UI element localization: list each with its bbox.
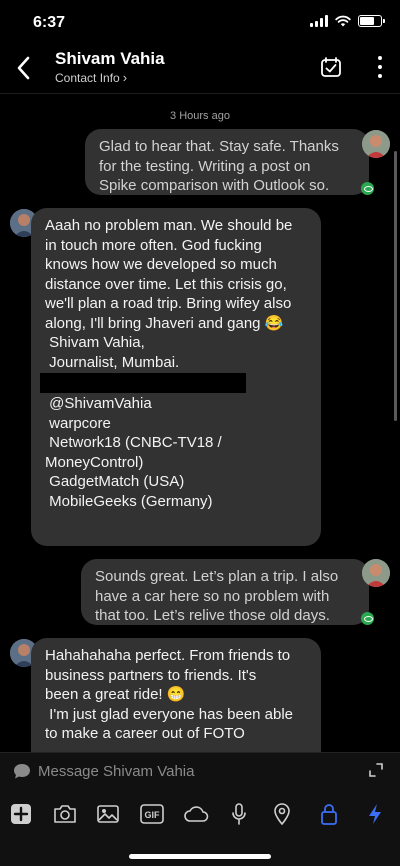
message-line: along, I'll bring Jhaveri and gang 😂 bbox=[45, 314, 284, 332]
message-line: Network18 (CNBC-TV18 / bbox=[45, 434, 222, 451]
signal-icon bbox=[310, 15, 328, 27]
user-avatar[interactable] bbox=[362, 559, 390, 587]
message-line: in touch more often. God fucking bbox=[45, 236, 262, 254]
message-bubble-incoming[interactable]: Aaah no problem man. We should be in tou… bbox=[31, 208, 321, 546]
redacted-block bbox=[40, 373, 246, 393]
status-icons bbox=[310, 15, 385, 27]
seen-eye-icon bbox=[361, 182, 374, 195]
message-bubble-outgoing[interactable]: Sounds great. Let’s plan a trip. I also … bbox=[81, 559, 369, 625]
message-line: to make a career out of FOTO bbox=[45, 725, 245, 742]
message-line: Shivam Vahia, bbox=[45, 334, 145, 351]
message-composer: GIF bbox=[0, 752, 400, 866]
location-icon[interactable] bbox=[269, 801, 295, 827]
gallery-icon[interactable] bbox=[95, 801, 121, 827]
status-bar: 6:37 bbox=[0, 0, 400, 44]
wifi-icon bbox=[335, 15, 351, 27]
message-line: MoneyControl) bbox=[45, 453, 144, 471]
scrollbar[interactable] bbox=[394, 151, 397, 421]
message-bubble-outgoing[interactable]: Glad to hear that. Stay safe. Thanks for… bbox=[85, 129, 369, 195]
message-line: distance over time. Let this crisis go, bbox=[45, 275, 287, 293]
microphone-icon[interactable] bbox=[226, 801, 252, 827]
message-line: knows how we developed so much bbox=[45, 256, 277, 273]
add-icon[interactable] bbox=[8, 801, 34, 827]
message-line: Aaah no problem man. We should be bbox=[45, 217, 293, 234]
message-line: @ShivamVahia bbox=[45, 395, 152, 412]
expand-icon[interactable] bbox=[369, 763, 383, 777]
seen-eye-icon bbox=[361, 612, 374, 625]
message-line: have a car here so no problem with bbox=[95, 587, 330, 605]
message-line: GadgetMatch (USA) bbox=[45, 473, 185, 490]
message-line: MobileGeeks (Germany) bbox=[45, 492, 213, 510]
message-line: business partners to friends. It's bbox=[45, 666, 257, 684]
composer-toolbar: GIF bbox=[0, 801, 400, 829]
gif-icon[interactable]: GIF bbox=[139, 801, 165, 827]
message-line: Glad to hear that. Stay safe. Thanks bbox=[99, 138, 339, 155]
chat-bubble-icon bbox=[14, 764, 30, 779]
status-time: 6:37 bbox=[33, 14, 66, 31]
home-indicator[interactable] bbox=[129, 854, 271, 859]
more-options-icon[interactable] bbox=[376, 56, 384, 78]
user-avatar[interactable] bbox=[362, 130, 390, 158]
battery-icon bbox=[358, 15, 385, 27]
conversation-thread[interactable]: 3 Hours ago Glad to hear that. Stay safe… bbox=[0, 96, 400, 752]
conversation-header: Shivam Vahia Contact Info › bbox=[0, 44, 400, 94]
message-line: that too. Let’s relive those old days. bbox=[95, 607, 330, 624]
message-line: Journalist, Mumbai. bbox=[45, 353, 180, 371]
camera-icon[interactable] bbox=[52, 801, 78, 827]
lock-icon[interactable] bbox=[316, 801, 342, 827]
cloud-icon[interactable] bbox=[182, 801, 210, 827]
message-bubble-incoming[interactable]: Hahahahaha perfect. From friends to busi… bbox=[31, 638, 321, 752]
message-line: warpcore bbox=[45, 414, 111, 432]
message-line: Hahahahaha perfect. From friends to bbox=[45, 647, 291, 664]
message-line: been a great ride! 😁 bbox=[45, 686, 186, 703]
contact-name[interactable]: Shivam Vahia bbox=[55, 49, 165, 69]
done-checkbox-icon[interactable] bbox=[320, 56, 342, 78]
message-line: Spike comparison with Outlook so. bbox=[99, 177, 330, 194]
message-line: for the testing. Writing a post on bbox=[99, 157, 311, 175]
contact-info-link[interactable]: Contact Info › bbox=[55, 70, 127, 85]
message-line: we'll plan a road trip. Bring wifey also bbox=[45, 295, 292, 312]
back-arrow-icon[interactable] bbox=[14, 54, 34, 82]
gif-label: GIF bbox=[145, 810, 161, 820]
message-line: Sounds great. Let’s plan a trip. I also bbox=[95, 568, 339, 585]
lightning-icon[interactable] bbox=[362, 801, 388, 827]
message-timestamp: 3 Hours ago bbox=[170, 110, 230, 122]
message-input[interactable] bbox=[38, 761, 338, 781]
message-line: I'm just glad everyone has been able bbox=[45, 705, 294, 723]
chevron-right-icon: › bbox=[122, 70, 128, 85]
contact-info-label: Contact Info bbox=[55, 71, 120, 85]
